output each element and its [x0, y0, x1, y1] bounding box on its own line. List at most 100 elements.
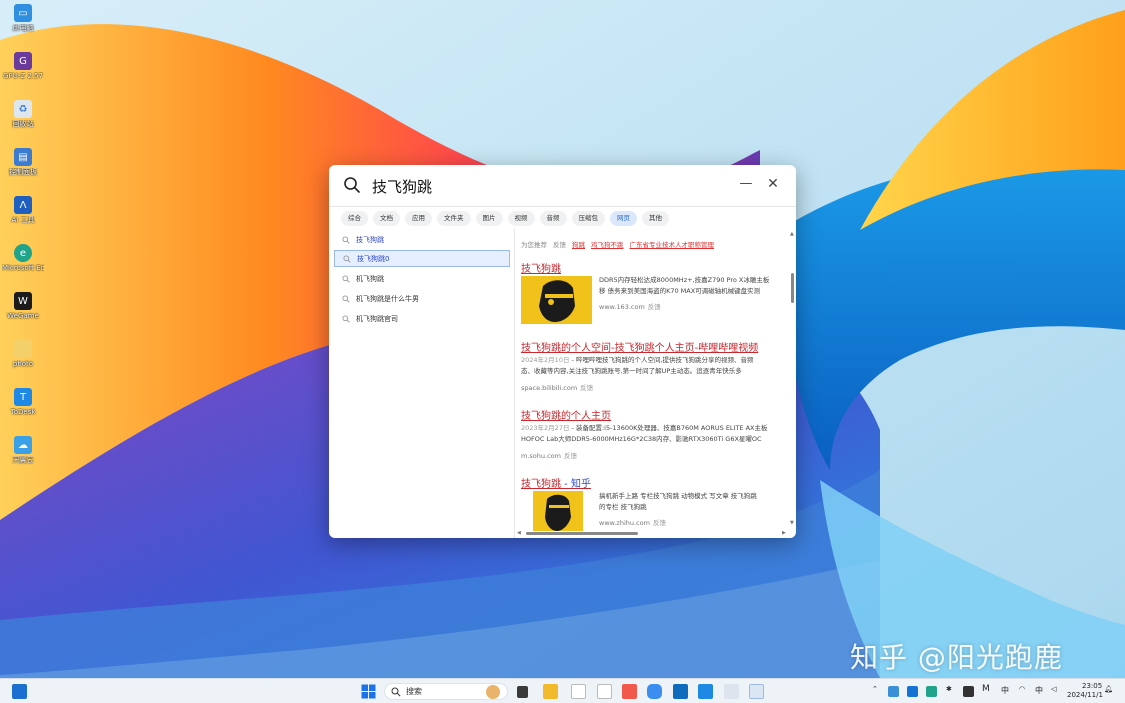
desktop-icon-ai[interactable]: Λ AI 工具: [2, 196, 44, 225]
scroll-left-icon[interactable]: ◀: [517, 530, 521, 536]
tab-apps[interactable]: 应用: [405, 211, 432, 226]
search-icon: [391, 687, 401, 697]
desktop-icon-wegame[interactable]: W WeGame: [2, 292, 44, 321]
task-view-icon[interactable]: [517, 686, 528, 698]
notepad-icon[interactable]: [571, 684, 586, 699]
ime-language-icon[interactable]: 中: [1035, 685, 1043, 696]
horizontal-scroll-thumb[interactable]: [526, 532, 638, 535]
bluetooth-icon[interactable]: ✱: [946, 685, 952, 693]
control-panel-icon: ▤: [14, 148, 32, 166]
result-source[interactable]: space.bilibili.com 反馈: [521, 382, 593, 392]
cloud-icon: ☁: [14, 436, 32, 454]
tab-archives[interactable]: 压缩包: [571, 211, 605, 226]
tray-app-icon[interactable]: [926, 686, 937, 697]
recommend-link[interactable]: 鸡飞狗不跳: [591, 239, 624, 249]
wegame-icon: W: [14, 292, 32, 310]
desktop-icon-cloud[interactable]: ☁ 天翼云: [2, 436, 44, 465]
horizontal-scrollbar[interactable]: ◀ ▶: [516, 529, 789, 538]
ime-indicator[interactable]: 中: [1001, 685, 1009, 696]
desktop-icon-computer[interactable]: ▭ 此电脑: [2, 4, 44, 33]
desktop-icon-label: WeGame: [7, 312, 39, 320]
pirate-avatar-icon: [533, 491, 583, 531]
tab-folders[interactable]: 文件夹: [437, 211, 471, 226]
scroll-right-icon[interactable]: ▶: [782, 530, 786, 536]
desktop-icon-control-panel[interactable]: ▤ 控制面板: [2, 148, 44, 177]
feedback-link[interactable]: 反馈: [553, 239, 566, 249]
tab-audio[interactable]: 音频: [539, 211, 567, 226]
result-source[interactable]: m.sohu.com 反馈: [521, 450, 577, 460]
chevron-up-icon[interactable]: ⌃: [872, 685, 878, 693]
ai-icon: Λ: [14, 196, 32, 214]
desktop-icon-label: 天翼云: [12, 456, 34, 464]
tray-app-icon[interactable]: [888, 686, 899, 697]
desktop-icon-recycle-bin[interactable]: ♻ 回收站: [2, 100, 44, 129]
category-tabs: 综合 文档 应用 文件夹 图片 视频 音频 压缩包 网页 其他: [341, 211, 669, 226]
tab-web[interactable]: 网页: [610, 211, 637, 226]
recommend-link[interactable]: 广东省专业技术人才职称管理: [630, 239, 715, 249]
suggestion-item[interactable]: 技飞狗跳0: [334, 250, 510, 267]
file-explorer-icon[interactable]: [543, 684, 558, 699]
suggestion-text: 技飞狗跳: [356, 235, 384, 244]
result-thumbnail: [533, 491, 583, 531]
tray-app-icon[interactable]: [907, 686, 918, 697]
result-title[interactable]: 技飞狗跳的个人主页: [521, 407, 611, 422]
desktop-icon-gpuz[interactable]: G GPU-Z 2.57: [2, 52, 44, 81]
recommend-link[interactable]: 狗跳: [572, 239, 585, 249]
wifi-icon[interactable]: ◠: [1019, 685, 1025, 693]
taskbar-search[interactable]: 搜索: [384, 683, 508, 700]
tab-other[interactable]: 其他: [642, 211, 669, 226]
gpuz-icon: G: [14, 52, 32, 70]
minimize-button[interactable]: —: [739, 177, 753, 191]
taskbar: 搜索 ⌃ ✱ M 中 ◠ 中 ◁ 23:05 2024/11/1 🔔︎: [0, 678, 1125, 703]
result-source[interactable]: www.zhihu.com 反馈: [599, 517, 666, 527]
volume-icon[interactable]: ◁: [1051, 685, 1056, 693]
clock-date[interactable]: 2024/11/1: [1067, 691, 1103, 699]
desktop-icon-label: Microsoft Edge: [2, 264, 44, 272]
suggestion-item[interactable]: 机飞狗跳是什么牛男: [334, 290, 510, 307]
suggestion-item[interactable]: 机飞狗跳官司: [334, 310, 510, 327]
scroll-down-icon[interactable]: ▼: [790, 520, 794, 526]
suggestion-text: 技飞狗跳0: [357, 254, 390, 263]
result-title[interactable]: 技飞狗跳的个人空间-技飞狗跳个人主页-哔哩哔哩视频: [521, 339, 758, 354]
tray-app-icon[interactable]: [963, 686, 974, 697]
tray-app-icon[interactable]: M: [982, 684, 990, 694]
result-source[interactable]: www.163.com 反馈: [599, 301, 661, 311]
result-title[interactable]: 技飞狗跳 - 知乎: [521, 475, 591, 490]
tab-all[interactable]: 综合: [341, 211, 368, 226]
start-icon[interactable]: [361, 684, 376, 699]
web-results-pane: 为您推荐 反馈 狗跳 鸡飞狗不跳 广东省专业技术人才职称管理 技飞狗跳 DDR5…: [516, 229, 796, 538]
desktop-icon-label: ToDesk: [10, 408, 36, 416]
tab-videos[interactable]: 视频: [507, 211, 535, 226]
vertical-scroll-thumb[interactable]: [791, 273, 794, 303]
recommend-label: 为您推荐: [521, 241, 547, 249]
vertical-scrollbar[interactable]: ▲ ▼: [789, 229, 796, 529]
suggestion-item[interactable]: 技飞狗跳: [334, 231, 510, 248]
cloud-app-icon[interactable]: [647, 684, 662, 699]
watermark: 知乎 @阳光跑鹿: [850, 641, 1063, 674]
ai-app-icon[interactable]: [724, 684, 739, 699]
search-icon: [342, 235, 350, 244]
tab-images[interactable]: 图片: [475, 211, 503, 226]
desktop-icon-edge[interactable]: e Microsoft Edge: [2, 244, 44, 273]
desktop-icon-photo[interactable]: photo: [2, 340, 44, 369]
clock-time[interactable]: 23:05: [1082, 682, 1102, 690]
stats-app-icon[interactable]: [597, 684, 612, 699]
search-highlight-icon: [486, 685, 500, 699]
search-input[interactable]: 技飞狗跳: [372, 176, 432, 197]
photos-icon[interactable]: [698, 684, 713, 699]
desktop-icon-todesk[interactable]: T ToDesk: [2, 388, 44, 417]
suggestion-item[interactable]: 机飞狗跳: [334, 270, 510, 287]
outlook-icon[interactable]: [673, 684, 688, 699]
app-red-icon[interactable]: [622, 684, 637, 699]
result-snippet: DDR5内存轻松达成8000MHz+,技嘉Z790 Pro X冰雕主板 移 债务…: [599, 276, 770, 295]
search-header: 技飞狗跳 — ✕: [329, 165, 796, 207]
result-title[interactable]: 技飞狗跳: [521, 260, 561, 275]
widgets-icon[interactable]: [12, 684, 27, 699]
notification-bell-icon[interactable]: 🔔︎: [1104, 685, 1113, 693]
desktop-icon-label: 此电脑: [12, 24, 34, 32]
search-app-icon[interactable]: [749, 684, 764, 699]
scroll-up-icon[interactable]: ▲: [790, 231, 794, 237]
tab-documents[interactable]: 文档: [373, 211, 400, 226]
folder-icon: [14, 340, 32, 358]
close-button[interactable]: ✕: [766, 177, 780, 191]
